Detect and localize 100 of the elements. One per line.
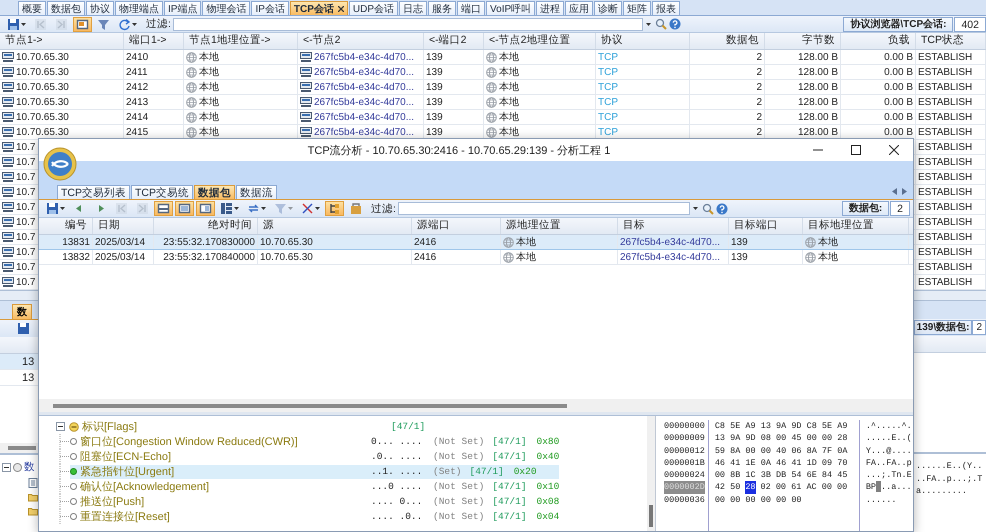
swap-arrows-icon bbox=[247, 202, 260, 215]
search-icon[interactable] bbox=[654, 18, 667, 30]
help-icon[interactable] bbox=[668, 18, 681, 30]
table-cell: 128.00 B bbox=[798, 126, 838, 138]
tab[interactable]: 数据包 bbox=[194, 185, 235, 199]
tab[interactable]: 进程 bbox=[536, 1, 564, 15]
panel-toggle-button[interactable] bbox=[73, 16, 92, 32]
column-header[interactable]: 目标 bbox=[618, 218, 729, 234]
filter-field[interactable] bbox=[172, 18, 643, 30]
column-header[interactable]: 源端口 bbox=[412, 218, 501, 234]
column-header[interactable]: <-端口2 bbox=[424, 33, 484, 49]
column-header[interactable]: 端口1-> bbox=[124, 33, 184, 49]
tree-view-button[interactable] bbox=[325, 201, 344, 216]
tab[interactable]: 物理端点 bbox=[115, 1, 163, 15]
help-icon[interactable] bbox=[716, 202, 728, 214]
filter-field[interactable] bbox=[398, 202, 690, 215]
table-cell: 267fc5b4-e34c-4d70... bbox=[314, 126, 414, 138]
tab[interactable]: 端口 bbox=[457, 1, 486, 15]
tab[interactable]: 概要 bbox=[18, 1, 46, 15]
tab[interactable]: 数据包 bbox=[47, 1, 85, 15]
hex-bytes: 02 00 61 AC 00 00 bbox=[760, 481, 848, 494]
table-cell: ESTABLISH bbox=[918, 112, 972, 122]
scroll-right-icon[interactable] bbox=[902, 188, 907, 195]
caret-icon bbox=[234, 207, 239, 210]
save-icon[interactable] bbox=[17, 322, 30, 335]
tab[interactable]: 应用 bbox=[565, 1, 594, 15]
tree-item[interactable]: 推送位[Push] .... 0... (Not Set) [47/1] 0x08 bbox=[70, 494, 582, 508]
tab[interactable]: VoIP呼叫 bbox=[486, 1, 536, 15]
table-row[interactable]: 13 bbox=[0, 354, 38, 370]
tree-item[interactable]: 窗口位[Congestion Window Reduced(CWR)] 0... .... (Not Set) [47/1] 0x80 bbox=[70, 434, 582, 448]
count-field: 402 bbox=[954, 16, 986, 32]
dot-icon bbox=[70, 468, 77, 475]
dropdown-caret-icon[interactable] bbox=[692, 207, 698, 210]
column-header[interactable]: 源 bbox=[258, 218, 412, 234]
layout-button[interactable] bbox=[154, 201, 173, 216]
layout-button[interactable] bbox=[175, 201, 194, 216]
table-cell: 139 bbox=[426, 126, 443, 138]
tree-item[interactable]: 重置连接位[Reset] .... .0.. (Not Set) [47/1] 0x04 bbox=[70, 510, 582, 524]
column-header[interactable]: 数据包 bbox=[690, 33, 765, 49]
scroll-left-icon[interactable] bbox=[892, 188, 897, 195]
table-cell: 10.7 bbox=[16, 276, 36, 288]
tree-item[interactable]: 紧急指针位[Urgent] ..1. .... (Set) [47/1] 0x20 bbox=[70, 464, 559, 478]
column-header[interactable]: 日期 bbox=[93, 218, 154, 234]
collapse-icon[interactable] bbox=[56, 422, 65, 431]
table-cell: TCP bbox=[598, 126, 618, 138]
table-row[interactable]: 13831 2025/03/14 23:55:32.170830000 10.70.65.30 2416 本地 267fc5b4-e34c-4d70... 139 本地 bbox=[39, 235, 913, 250]
tab[interactable]: 协议 bbox=[86, 1, 114, 15]
collapse-icon[interactable] bbox=[2, 462, 11, 472]
close-icon[interactable] bbox=[338, 6, 344, 12]
computer-icon bbox=[2, 262, 14, 272]
column-header[interactable]: 绝对时间 bbox=[154, 218, 258, 234]
column-header[interactable]: 节点1地理位置-> bbox=[184, 33, 298, 49]
table-cell-text: 本地 bbox=[199, 80, 219, 94]
search-icon[interactable] bbox=[702, 202, 714, 214]
column-header[interactable]: TCP状态 bbox=[916, 33, 986, 49]
computer-icon bbox=[2, 232, 14, 242]
column-header[interactable]: 目标地理位置 bbox=[803, 218, 909, 234]
bit-pattern: .0.. .... bbox=[371, 451, 424, 462]
column-header[interactable]: <-节点2地理位置 bbox=[484, 33, 596, 49]
tab[interactable]: 物理会话 bbox=[202, 1, 250, 15]
tab[interactable]: IP会话 bbox=[251, 1, 289, 15]
field-name: 重置连接位[Reset] bbox=[80, 510, 171, 524]
tab[interactable]: 数 bbox=[12, 304, 32, 319]
field-name[interactable]: 标识[Flags] bbox=[82, 419, 391, 434]
tab[interactable]: TCP交易列表 bbox=[57, 185, 130, 199]
column-header[interactable]: <-节点2 bbox=[298, 33, 424, 49]
computer-icon bbox=[300, 67, 312, 77]
tab[interactable]: IP端点 bbox=[164, 1, 202, 15]
tab[interactable]: 矩阵 bbox=[623, 1, 652, 15]
globe-icon bbox=[186, 52, 197, 62]
tree-item[interactable]: 数 bbox=[24, 460, 35, 474]
field-name: 推送位[Push] bbox=[80, 495, 146, 509]
layout-button[interactable] bbox=[196, 201, 215, 216]
tab[interactable]: 报表 bbox=[652, 1, 680, 15]
field-status: (Not Set) bbox=[433, 496, 484, 507]
column-header[interactable]: 目标端口 bbox=[729, 218, 803, 234]
column-header[interactable]: 负载 bbox=[841, 33, 916, 49]
computer-icon bbox=[300, 82, 312, 92]
bit-pattern: ..1. .... bbox=[371, 466, 424, 477]
tab[interactable]: TCP交易统 bbox=[131, 185, 193, 199]
column-header[interactable]: 节点1-> bbox=[0, 33, 124, 49]
scrollbar-thumb[interactable] bbox=[53, 404, 567, 408]
column-header[interactable]: 协议 bbox=[596, 33, 690, 49]
tab[interactable]: 服务 bbox=[428, 1, 456, 15]
tree-item[interactable]: 确认位[Acknowledgement] ...0 .... (Not Set) [47/1] 0x10 bbox=[70, 480, 582, 494]
scrollbar-thumb[interactable] bbox=[649, 505, 653, 527]
table-cell: 267fc5b4-e34c-4d70... bbox=[314, 112, 414, 122]
tab[interactable]: TCP会话 bbox=[290, 1, 348, 15]
scrollbar-thumb[interactable] bbox=[8, 446, 36, 450]
column-header[interactable]: 源地理位置 bbox=[501, 218, 618, 234]
dropdown-caret-icon[interactable] bbox=[646, 22, 651, 26]
tab[interactable]: 日志 bbox=[399, 1, 428, 15]
column-header[interactable]: 编号 bbox=[39, 218, 93, 234]
tree-item[interactable]: 阻塞位[ECN-Echo] .0.. .... (Not Set) [47/1] 0x40 bbox=[70, 450, 582, 464]
tab[interactable]: 数据流 bbox=[236, 185, 277, 199]
table-header bbox=[0, 337, 38, 354]
tab[interactable]: 诊断 bbox=[594, 1, 622, 15]
window-title: TCP流分析 - 10.70.65.30:2416 - 10.70.65.29:139 - 分析工程 1 bbox=[306, 144, 612, 158]
tab[interactable]: UDP会话 bbox=[348, 1, 398, 15]
column-header[interactable]: 字节数 bbox=[765, 33, 841, 49]
